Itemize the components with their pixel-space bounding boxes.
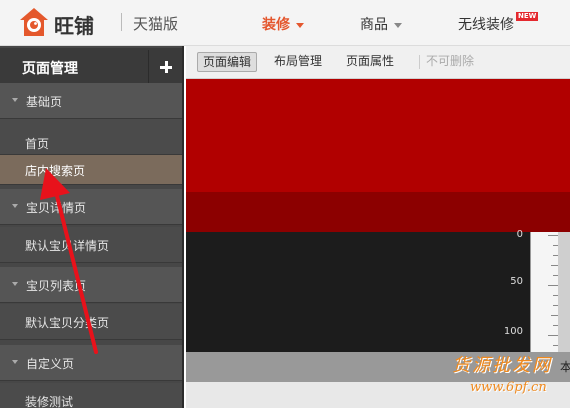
collapse-triangle-icon — [12, 204, 18, 208]
sidebar-group-custom[interactable]: 自定义页 — [0, 345, 182, 381]
sidebar-title: 页面管理 — [22, 61, 78, 77]
sidebar-item-label: 装修测试 — [25, 395, 74, 408]
ruler-tick — [548, 285, 558, 286]
nav-decorate[interactable]: 装修 — [262, 14, 304, 34]
nav-mobile-decorate[interactable]: 无线装修NEW — [458, 12, 539, 34]
watermark-text: 货源批发网 — [452, 355, 552, 376]
vertical-ruler[interactable] — [530, 232, 558, 352]
watermark-url: www.6pf.cn — [470, 380, 547, 395]
ruler-label: 100 — [503, 326, 523, 337]
sidebar-group-label: 自定义页 — [26, 357, 75, 371]
collapse-triangle-icon — [12, 282, 18, 286]
nav-products-label: 商品 — [360, 17, 388, 33]
sidebar-item-label: 店内搜索页 — [25, 164, 86, 178]
cannot-delete-button: 不可删除 — [426, 54, 475, 68]
sidebar-item-label: 默认宝贝分类页 — [25, 316, 110, 330]
ruler-tick — [548, 335, 558, 336]
page-toolbar: 页面编辑 布局管理 页面属性 不可删除 — [186, 46, 570, 79]
ruler-tick — [548, 235, 558, 236]
clipped-text: 本 — [560, 360, 570, 374]
plus-icon[interactable] — [148, 50, 182, 84]
nav-bar-module[interactable] — [186, 192, 570, 232]
sidebar-item-decorate-test[interactable]: 装修测试 — [0, 383, 182, 408]
sidebar-header: 页面管理 — [0, 48, 182, 86]
nav-mobile-decorate-label: 无线装修 — [458, 17, 514, 33]
chevron-down-icon — [394, 22, 402, 28]
sidebar-group-label: 基础页 — [26, 95, 63, 109]
ruler-tick — [551, 315, 558, 316]
sidebar-item-default-category[interactable]: 默认宝贝分类页 — [0, 304, 182, 340]
toolbar-divider — [419, 55, 420, 69]
ruler-scrollbar[interactable] — [558, 232, 570, 352]
nav-products[interactable]: 商品 — [360, 14, 402, 34]
collapse-triangle-icon — [12, 360, 18, 364]
top-header: 旺铺 天猫版 装修 商品 无线装修NEW — [0, 0, 570, 46]
ruler-label: 50 — [510, 276, 523, 287]
sidebar-item-default-detail[interactable]: 默认宝贝详情页 — [0, 227, 182, 263]
chevron-down-icon — [296, 22, 304, 28]
ruler-label: 0 — [516, 229, 523, 240]
sidebar-group-item-detail[interactable]: 宝贝详情页 — [0, 189, 182, 225]
ruler-tick — [551, 265, 558, 266]
sidebar-item-store-search[interactable]: 店内搜索页 — [0, 155, 182, 185]
sidebar-group-basic[interactable]: 基础页 — [0, 83, 182, 119]
brand-name: 旺铺 — [54, 14, 94, 38]
new-badge: NEW — [516, 12, 539, 21]
sidebar-item-home[interactable]: 首页 — [0, 119, 182, 155]
page-management-sidebar: 页面管理 基础页 首页 店内搜索页 宝贝详情页 默认宝贝详情页 宝贝列表页 默认… — [0, 46, 184, 408]
sidebar-group-label: 宝贝详情页 — [26, 201, 87, 215]
edition-label: 天猫版 — [133, 15, 179, 33]
layout-manage-button[interactable]: 布局管理 — [269, 52, 327, 72]
sidebar-item-label: 默认宝贝详情页 — [25, 239, 110, 253]
nav-decorate-label: 装修 — [262, 17, 290, 33]
sidebar-group-item-list[interactable]: 宝贝列表页 — [0, 267, 182, 303]
page-edit-button[interactable]: 页面编辑 — [197, 52, 258, 72]
sidebar-item-label: 首页 — [25, 137, 50, 151]
header-divider — [121, 13, 122, 31]
sidebar-group-label: 宝贝列表页 — [26, 279, 87, 293]
house-logo-icon[interactable] — [18, 6, 50, 38]
banner-module[interactable] — [186, 79, 570, 192]
collapse-triangle-icon — [12, 98, 18, 102]
page-properties-button[interactable]: 页面属性 — [341, 52, 399, 72]
